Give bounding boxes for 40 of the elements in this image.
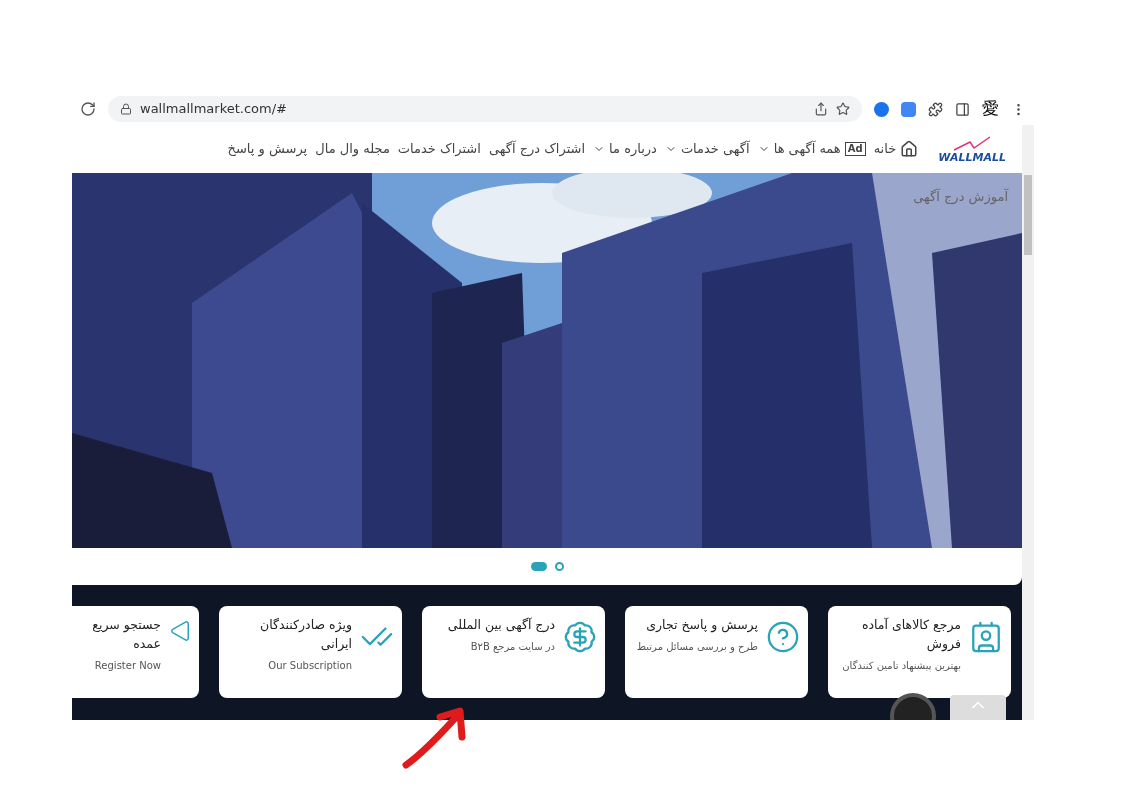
bookmark-star-icon[interactable] (836, 102, 850, 116)
extension-label[interactable]: 愛 (982, 96, 999, 122)
dollar-badge-icon (563, 620, 597, 654)
share-icon[interactable] (814, 102, 828, 116)
nav-link[interactable]: پرسش و پاسخ (227, 139, 308, 159)
scrollbar[interactable] (1022, 125, 1034, 720)
feature-card[interactable]: پرسش و پاسخ تجاری طرح و بررسی مسائل مرتبط (625, 606, 808, 698)
ad-badge: Ad (844, 141, 866, 157)
translate-icon[interactable] (901, 101, 916, 117)
card-subtitle: در سایت مرجع B۲B (469, 639, 555, 654)
id-card-icon (969, 620, 1003, 654)
nav-link[interactable]: مجله وال مال (315, 139, 390, 159)
logo[interactable]: WALLMALL (938, 135, 1006, 163)
nav-link[interactable]: درباره ما (609, 139, 657, 159)
nav-link[interactable]: آگهی خدمات (680, 139, 750, 159)
card-subtitle: بهترین پیشنهاد تامین کنندگان (841, 658, 961, 673)
lock-icon (120, 103, 132, 115)
card-subtitle: طرح و بررسی مسائل مرتبط (636, 639, 758, 654)
nav-link[interactable]: خانه (873, 139, 897, 159)
card-title: مرجع کالاهای آماده فروش (860, 616, 961, 654)
logo-swoosh-icon (952, 135, 993, 152)
extensions-icon[interactable] (928, 101, 943, 117)
card-title: درج آگهی بین المللی (447, 616, 555, 635)
question-icon (766, 620, 800, 654)
nav-link[interactable]: اشتراک خدمات (397, 139, 481, 159)
card-subtitle: Register Now (93, 658, 161, 673)
nav-link[interactable]: همه آگهی ها (773, 139, 841, 159)
triangle-icon (169, 620, 191, 642)
feature-card[interactable]: مرجع کالاهای آماده فروش بهترین پیشنهاد تامین کنندگان (828, 606, 1011, 698)
side-panel-icon[interactable] (955, 101, 970, 117)
hero-caption: آموزش درج آگهی (913, 187, 1008, 207)
card-title: جستجو سریع عمده (91, 616, 161, 653)
card-subtitle: Our Subscription (267, 658, 352, 673)
address-bar[interactable]: wallmallmarket.com/# (108, 96, 862, 122)
reload-icon[interactable] (80, 101, 96, 117)
nav-link[interactable]: اشتراک درج آگهی (488, 139, 586, 159)
feature-card[interactable]: درج آگهی بین المللی در سایت مرجع B۲B (422, 606, 605, 698)
home-icon (900, 140, 919, 158)
card-title: پرسش و پاسخ تجاری (645, 616, 758, 635)
card-title: ویژه صادرکنندگان ایرانی (259, 616, 352, 653)
